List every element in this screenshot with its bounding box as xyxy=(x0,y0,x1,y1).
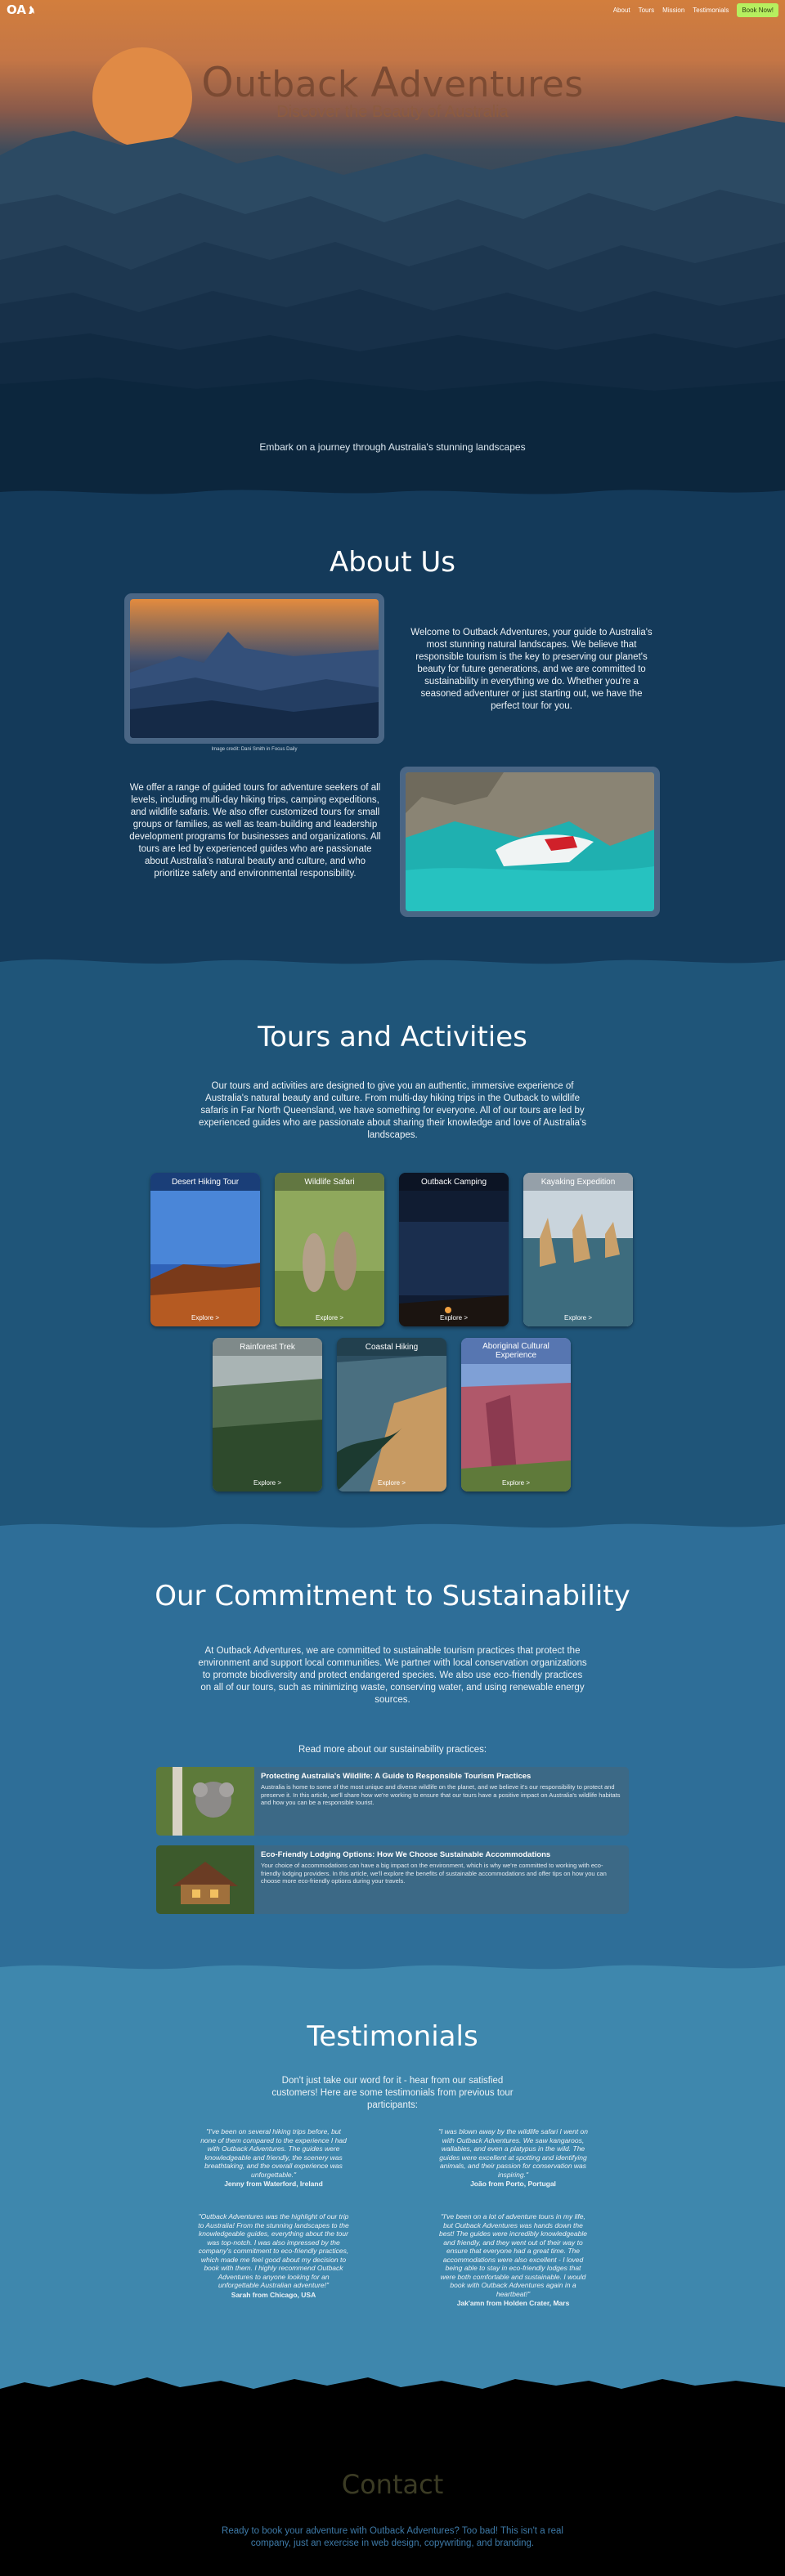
tour-card-title: Rainforest Trek xyxy=(213,1338,322,1356)
explore-link[interactable]: Explore > xyxy=(399,1314,509,1322)
testimonial-author: Jak'amn from Holden Crater, Mars xyxy=(456,2299,570,2307)
explore-link[interactable]: Explore > xyxy=(523,1314,633,1322)
tour-card-wildlife-safari[interactable]: Wildlife Safari Explore > xyxy=(275,1173,384,1326)
tour-card-aboriginal-cultural[interactable]: Aboriginal Cultural Experience Explore > xyxy=(461,1338,571,1491)
testimonial-author: Sarah from Chicago, USA xyxy=(231,2290,316,2299)
explore-link[interactable]: Explore > xyxy=(150,1314,260,1322)
testimonial-1: "I've been on several hiking trips befor… xyxy=(198,2127,349,2189)
about-photo-jetboat xyxy=(400,767,660,917)
logo-text: OA xyxy=(7,2,26,17)
about-heading: About Us xyxy=(330,546,455,579)
contact-section: Contact Ready to book your adventure wit… xyxy=(0,2399,785,2576)
article-thumbnail-lodge xyxy=(156,1845,254,1914)
testimonial-quote: "I've been on a lot of adventure tours i… xyxy=(439,2212,587,2298)
tour-card-title: Outback Camping xyxy=(399,1173,509,1191)
section-divider xyxy=(0,490,785,500)
read-more-label: Read more about our sustainability pract… xyxy=(298,1745,487,1755)
book-now-button[interactable]: Book Now! xyxy=(737,2,778,17)
nav-link-mission[interactable]: Mission xyxy=(662,7,684,14)
testimonial-quote: "Outback Adventures was the highlight of… xyxy=(198,2212,349,2289)
nav-link-testimonials[interactable]: Testimonials xyxy=(693,7,729,14)
contact-heading: Contact xyxy=(341,2469,444,2500)
article-description: Australia is home to some of the most un… xyxy=(261,1783,621,1806)
testimonial-author: João from Porto, Portugal xyxy=(470,2180,556,2188)
explore-link[interactable]: Explore > xyxy=(275,1314,384,1322)
article-card-lodging[interactable]: Eco-Friendly Lodging Options: How We Cho… xyxy=(156,1845,629,1914)
about-photo-mountains xyxy=(124,593,384,744)
testimonials-section: Testimonials Don't just take our word fo… xyxy=(0,1975,785,2399)
testimonial-2: "I was blown away by the wildlife safari… xyxy=(437,2127,589,2189)
silhouette-divider xyxy=(0,2377,785,2399)
photo-caption: Image credit: Dani Smith in Focus Daily xyxy=(211,747,298,752)
tour-card-title: Wildlife Safari xyxy=(275,1173,384,1191)
mountain-layers-graphic xyxy=(0,116,785,500)
testimonial-quote: "I was blown away by the wildlife safari… xyxy=(437,2127,589,2179)
section-divider xyxy=(0,1965,785,1975)
about-paragraph-1: Welcome to Outback Adventures, your guid… xyxy=(410,628,653,711)
testimonials-heading: Testimonials xyxy=(307,2020,478,2053)
tours-section: Tours and Activities Our tours and activ… xyxy=(0,970,785,1534)
explore-link[interactable]: Explore > xyxy=(337,1479,446,1487)
tour-card-desert-hiking[interactable]: Desert Hiking Tour Explore > xyxy=(150,1173,260,1326)
tour-card-title: Kayaking Expedition xyxy=(523,1173,633,1191)
testimonial-quote: "I've been on several hiking trips befor… xyxy=(200,2127,347,2179)
site-logo[interactable]: OA xyxy=(7,2,35,17)
explore-link[interactable]: Explore > xyxy=(461,1479,571,1487)
tour-card-rainforest-trek[interactable]: Rainforest Trek Explore > xyxy=(213,1338,322,1491)
hero-section: Outback Adventures Discover the Beauty o… xyxy=(0,0,785,500)
explore-link[interactable]: Explore > xyxy=(213,1479,322,1487)
nav-link-about[interactable]: About xyxy=(613,7,630,14)
article-description: Your choice of accommodations can have a… xyxy=(261,1862,607,1885)
nav-links: About Tours Mission Testimonials Book No… xyxy=(613,2,778,17)
contact-text: Ready to book your adventure with Outbac… xyxy=(222,2526,563,2548)
kangaroo-icon xyxy=(28,6,34,14)
tour-card-title: Coastal Hiking xyxy=(337,1338,446,1356)
about-paragraph-2: We offer a range of guided tours for adv… xyxy=(129,783,381,879)
article-title[interactable]: Protecting Australia's Wildlife: A Guide… xyxy=(261,1772,622,1781)
nav-link-tours[interactable]: Tours xyxy=(639,7,655,14)
sustainability-text: At Outback Adventures, we are committed … xyxy=(198,1646,587,1705)
section-divider xyxy=(0,1523,785,1534)
hero-tagline: Embark on a journey through Australia's … xyxy=(259,441,526,453)
sustainability-section: Our Commitment to Sustainability At Outb… xyxy=(0,1534,785,1975)
testimonial-4: "I've been on a lot of adventure tours i… xyxy=(437,2212,589,2308)
article-title[interactable]: Eco-Friendly Lodging Options: How We Cho… xyxy=(261,1850,622,1859)
tour-card-coastal-hiking[interactable]: Coastal Hiking Explore > xyxy=(337,1338,446,1491)
tours-intro: Our tours and activities are designed to… xyxy=(198,1081,586,1140)
about-section: About Us Image credit: Dani Smith in Foc… xyxy=(0,500,785,970)
article-thumbnail-koala xyxy=(156,1767,254,1836)
tour-card-kayaking-expedition[interactable]: Kayaking Expedition Explore > xyxy=(523,1173,633,1326)
testimonial-3: "Outback Adventures was the highlight of… xyxy=(198,2212,349,2299)
tour-card-title: Desert Hiking Tour xyxy=(150,1173,260,1191)
tours-heading: Tours and Activities xyxy=(258,1021,527,1053)
sustainability-heading: Our Commitment to Sustainability xyxy=(155,1580,630,1612)
tour-card-outback-camping[interactable]: Outback Camping Explore > xyxy=(399,1173,509,1326)
section-divider xyxy=(0,959,785,970)
testimonial-author: Jenny from Waterford, Ireland xyxy=(224,2180,323,2188)
article-card-wildlife[interactable]: Protecting Australia's Wildlife: A Guide… xyxy=(156,1767,629,1836)
top-nav: OA About Tours Mission Testimonials Book… xyxy=(0,0,785,20)
tour-card-title: Aboriginal Cultural Experience xyxy=(461,1338,571,1364)
testimonials-intro: Don't just take our word for it - hear f… xyxy=(271,2076,514,2110)
